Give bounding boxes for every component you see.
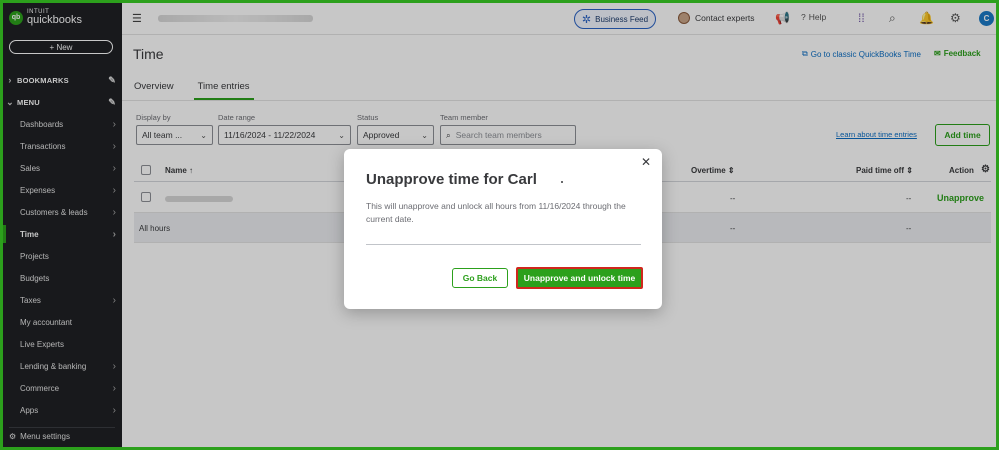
decorative-dot: [561, 181, 563, 183]
dialog-title: Unapprove time for Carl: [366, 171, 537, 188]
dialog-divider: [366, 244, 641, 245]
unapprove-time-dialog: ✕ Unapprove time for Carl This will unap…: [344, 149, 662, 309]
go-back-button[interactable]: Go Back: [452, 268, 508, 288]
dialog-message: This will unapprove and unlock all hours…: [366, 201, 626, 224]
app-frame: qb INTUIT quickbooks + New › BOOKMARKS ✎…: [0, 0, 999, 450]
unapprove-and-unlock-button[interactable]: Unapprove and unlock time: [516, 267, 643, 289]
close-icon[interactable]: ✕: [641, 155, 651, 169]
